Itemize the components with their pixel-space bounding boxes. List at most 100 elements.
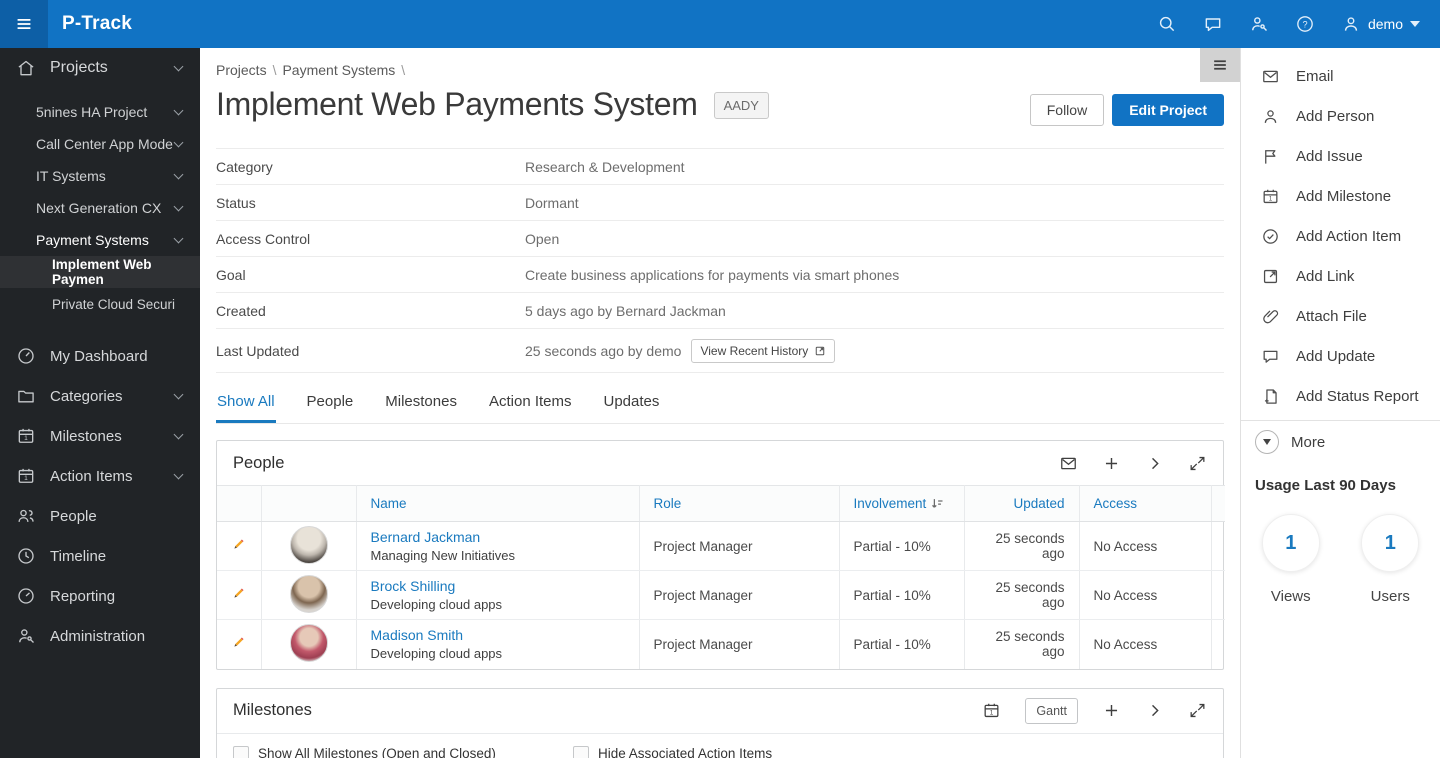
- sidebar-item-people[interactable]: People: [0, 496, 200, 536]
- action-add-milestone[interactable]: 1 Add Milestone: [1241, 176, 1440, 216]
- detail-row-access-control: Access Control Open: [216, 221, 1224, 257]
- milestones-panel: Milestones 1 Gantt Show All Milestones (…: [216, 687, 1224, 758]
- calendar-icon: 1: [1261, 187, 1280, 206]
- person-link[interactable]: Brock Shilling: [371, 578, 625, 594]
- hide-associated-action-items-checkbox[interactable]: Hide Associated Action Items: [573, 745, 913, 758]
- person-updated: 25 seconds ago: [963, 521, 1079, 571]
- column-header-involvement[interactable]: Involvement: [838, 485, 964, 522]
- expand-icon[interactable]: [1188, 701, 1207, 720]
- sidebar-project-payment-systems[interactable]: Payment Systems: [0, 224, 200, 256]
- column-header-name[interactable]: Name: [355, 485, 639, 522]
- search-icon[interactable]: [1157, 14, 1177, 34]
- edit-pencil-icon[interactable]: [230, 536, 247, 553]
- stat-circle: 1: [1261, 514, 1320, 572]
- action-add-status-report[interactable]: Add Status Report: [1241, 376, 1440, 416]
- person-link[interactable]: Bernard Jackman: [371, 529, 625, 545]
- action-email[interactable]: Email: [1241, 56, 1440, 96]
- expand-icon[interactable]: [1188, 454, 1207, 473]
- sidebar-item-reporting[interactable]: Reporting: [0, 576, 200, 616]
- chevron-down-icon: [173, 137, 184, 148]
- hamburger-icon: [1210, 55, 1230, 75]
- plus-icon[interactable]: [1102, 701, 1121, 720]
- people-table-header-row: Name Role Involvement Updated Access: [217, 485, 1225, 522]
- page-title: Implement Web Payments System: [216, 86, 698, 122]
- calendar-icon[interactable]: 1: [982, 701, 1001, 720]
- column-header-access[interactable]: Access: [1078, 485, 1211, 522]
- detail-row-last-updated: Last Updated 25 seconds ago by demo View…: [216, 329, 1224, 373]
- sidebar-project-next-gen-cx[interactable]: Next Generation CX: [0, 192, 200, 224]
- external-link-icon: [814, 345, 826, 357]
- user-menu[interactable]: demo: [1341, 14, 1420, 34]
- sidebar-item-timeline[interactable]: Timeline: [0, 536, 200, 576]
- chevron-down-icon: [173, 169, 184, 180]
- paperclip-icon: [1261, 307, 1280, 326]
- tab-action-items[interactable]: Action Items: [488, 387, 573, 423]
- svg-text:1: 1: [990, 709, 994, 716]
- usage-title: Usage Last 90 Days: [1255, 477, 1396, 494]
- breadcrumb-projects[interactable]: Projects: [216, 62, 267, 78]
- sidebar-project-it-systems[interactable]: IT Systems: [0, 160, 200, 192]
- sidebar-subproject-implement-web-payments[interactable]: Implement Web Paymen: [0, 256, 200, 288]
- stat-circle: 1: [1361, 514, 1420, 572]
- people-panel: People Name Role Involvement Updated Acc…: [216, 440, 1225, 670]
- person-role: Project Manager: [638, 570, 839, 620]
- column-header-updated[interactable]: Updated: [963, 485, 1079, 522]
- edit-pencil-icon[interactable]: [230, 634, 247, 651]
- sidebar-item-administration[interactable]: Administration: [0, 616, 200, 656]
- action-attach-file[interactable]: Attach File: [1241, 296, 1440, 336]
- stat-users: 1 Users: [1341, 500, 1440, 605]
- dashboard-icon: [16, 346, 36, 366]
- user-name: demo: [1367, 16, 1403, 32]
- gantt-button[interactable]: Gantt: [1025, 697, 1078, 724]
- right-sidebar: Email Add Person Add Issue 1 Add Milesto…: [1240, 48, 1440, 758]
- breadcrumb-payment-systems[interactable]: Payment Systems: [282, 62, 395, 78]
- chevron-right-icon[interactable]: [1145, 701, 1164, 720]
- chat-icon[interactable]: [1203, 14, 1223, 34]
- tab-people[interactable]: People: [306, 387, 355, 423]
- email-icon[interactable]: [1059, 454, 1078, 473]
- help-icon[interactable]: ?: [1295, 14, 1315, 34]
- person-role: Project Manager: [638, 521, 839, 571]
- speech-bubble-icon: [1261, 347, 1280, 366]
- chevron-down-circle-icon: [1255, 430, 1279, 454]
- tab-milestones[interactable]: Milestones: [384, 387, 458, 423]
- sidebar-project-call-center[interactable]: Call Center App Mode: [0, 128, 200, 160]
- action-add-link[interactable]: Add Link: [1241, 256, 1440, 296]
- chevron-right-icon[interactable]: [1145, 454, 1164, 473]
- edit-pencil-icon[interactable]: [230, 585, 247, 602]
- person-involvement: Partial - 10%: [838, 521, 964, 571]
- person-subtitle: Managing New Initiatives: [370, 548, 516, 563]
- person-wrench-icon: [16, 626, 36, 646]
- tab-show-all[interactable]: Show All: [216, 387, 276, 423]
- person-link[interactable]: Madison Smith: [371, 627, 625, 643]
- menu-toggle-button[interactable]: [0, 0, 48, 48]
- person-subtitle: Developing cloud apps: [370, 597, 503, 612]
- action-add-update[interactable]: Add Update: [1241, 336, 1440, 376]
- view-recent-history-button[interactable]: View Recent History: [691, 338, 836, 363]
- action-add-action-item[interactable]: Add Action Item: [1241, 216, 1440, 256]
- edit-project-button[interactable]: Edit Project: [1112, 94, 1224, 126]
- more-button[interactable]: More: [1241, 421, 1440, 463]
- column-header-role[interactable]: Role: [638, 485, 839, 522]
- plus-icon[interactable]: [1102, 454, 1121, 473]
- action-add-person[interactable]: Add Person: [1241, 96, 1440, 136]
- sidebar-project-5nines[interactable]: 5nines HA Project: [0, 96, 200, 128]
- sidebar-subproject-private-cloud[interactable]: Private Cloud Securi: [0, 288, 200, 320]
- show-all-milestones-checkbox[interactable]: Show All Milestones (Open and Closed): [233, 745, 573, 758]
- right-panel-toggle-button[interactable]: [1200, 48, 1240, 82]
- svg-text:1: 1: [1269, 195, 1273, 202]
- follow-button[interactable]: Follow: [1029, 94, 1105, 126]
- home-icon: [16, 58, 36, 78]
- table-row: Bernard Jackman Managing New Initiatives …: [217, 521, 1225, 571]
- clock-icon: [16, 546, 36, 566]
- sidebar-item-milestones[interactable]: 1 Milestones: [0, 416, 200, 456]
- action-add-issue[interactable]: Add Issue: [1241, 136, 1440, 176]
- file-plus-icon: [1261, 387, 1280, 406]
- admin-tools-icon[interactable]: [1249, 14, 1269, 34]
- checkbox-icon: [573, 745, 589, 758]
- tab-updates[interactable]: Updates: [603, 387, 661, 423]
- sidebar-item-action-items[interactable]: 1 Action Items: [0, 456, 200, 496]
- sidebar-item-categories[interactable]: Categories: [0, 376, 200, 416]
- sidebar-item-my-dashboard[interactable]: My Dashboard: [0, 336, 200, 376]
- sidebar-item-projects[interactable]: Projects: [0, 48, 200, 88]
